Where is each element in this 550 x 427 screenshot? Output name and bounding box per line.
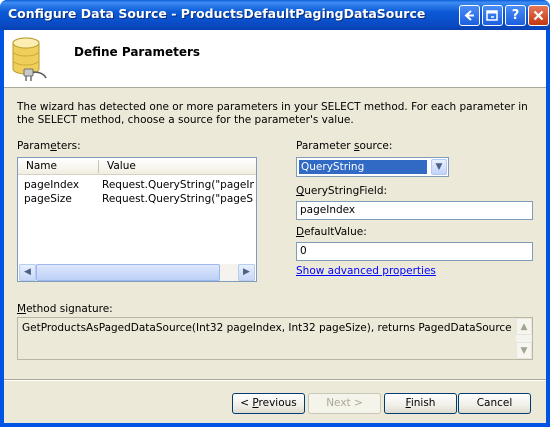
querystring-field-input[interactable]: pageIndex [296, 201, 533, 220]
scroll-thumb[interactable] [36, 264, 220, 281]
close-icon[interactable] [528, 5, 549, 26]
parameters-list[interactable]: Name Value pageIndex Request.QueryString… [17, 157, 257, 282]
back-icon[interactable] [459, 5, 480, 26]
wizard-description: The wizard has detected one or more para… [17, 101, 528, 126]
scroll-right-icon[interactable]: ▶ [238, 264, 255, 281]
column-divider[interactable] [98, 160, 99, 173]
page-title: Define Parameters [74, 45, 201, 59]
title-bar[interactable]: Configure Data Source - ProductsDefaultP… [0, 0, 550, 30]
parameter-source-select[interactable]: QueryString ▼ [296, 157, 449, 177]
param-value: Request.QueryString("pageIndex") [102, 179, 254, 191]
list-item[interactable]: pageIndex Request.QueryString("pageIndex… [24, 179, 254, 191]
footer-divider [4, 379, 546, 381]
param-name: pageSize [24, 193, 72, 205]
method-signature-box: GetProductsAsPagedDataSource(Int32 pageI… [17, 317, 533, 360]
param-name: pageIndex [24, 179, 80, 191]
selected-source: QueryString [299, 160, 427, 174]
wizard-header: Define Parameters [4, 30, 546, 88]
next-button[interactable]: Next > [308, 393, 381, 414]
parameter-source-label: Parameter source: [296, 140, 393, 152]
list-item[interactable]: pageSize Request.QueryString("pageSize") [24, 193, 254, 205]
previous-button[interactable]: < Previous [232, 393, 305, 414]
help-icon[interactable]: ? [505, 5, 526, 26]
parameters-label: Parameters: [17, 140, 81, 152]
dialog-body: Define Parameters The wizard has detecte… [4, 30, 546, 423]
cancel-button[interactable]: Cancel [458, 393, 531, 414]
param-value: Request.QueryString("pageSize") [102, 193, 254, 205]
list-header: Name Value [18, 158, 256, 175]
default-value-label: DefaultValue: [296, 226, 367, 238]
scroll-left-icon[interactable]: ◀ [19, 264, 36, 281]
scroll-down-icon[interactable]: ▼ [516, 342, 532, 359]
chevron-down-icon[interactable]: ▼ [431, 159, 447, 175]
default-value-input[interactable]: 0 [296, 242, 533, 261]
finish-button[interactable]: Finish [384, 393, 457, 414]
dialog-window: Configure Data Source - ProductsDefaultP… [0, 0, 550, 427]
window-title: Configure Data Source - ProductsDefaultP… [8, 6, 426, 21]
restore-icon[interactable] [482, 5, 503, 26]
column-header-value[interactable]: Value [107, 160, 136, 172]
method-signature-label: Method signature: [17, 303, 113, 315]
column-header-name[interactable]: Name [26, 160, 57, 172]
horizontal-scrollbar[interactable]: ◀ ▶ [19, 264, 255, 281]
vertical-scrollbar[interactable]: ▲ ▼ [516, 318, 532, 359]
database-plug-icon [10, 36, 50, 87]
method-signature-text: GetProductsAsPagedDataSource(Int32 pageI… [22, 322, 512, 334]
querystring-field-label: QueryStringField: [296, 185, 388, 197]
show-advanced-properties-link[interactable]: Show advanced properties [296, 265, 436, 277]
scroll-up-icon[interactable]: ▲ [516, 318, 532, 335]
